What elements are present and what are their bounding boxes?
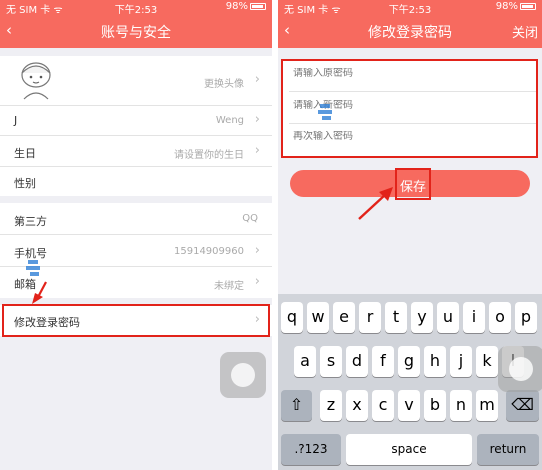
battery-percent: 98% <box>495 1 518 12</box>
arrow-icon <box>358 187 393 220</box>
row-value: Weng <box>215 115 244 126</box>
change-avatar-label: 更换头像 <box>204 79 244 90</box>
key-o[interactable]: o <box>489 302 511 333</box>
nav-bar: ‹ 修改登录密码 关闭 <box>278 14 542 48</box>
key-y[interactable]: y <box>411 302 433 333</box>
key-r[interactable]: r <box>359 302 381 333</box>
page-title: 修改登录密码 <box>368 25 452 41</box>
battery-icon <box>520 2 536 10</box>
key-a[interactable]: a <box>294 346 316 377</box>
nickname-row[interactable]: J Weng › <box>0 106 272 136</box>
key-k[interactable]: k <box>476 346 498 377</box>
row-value: 请设置你的生日 <box>174 150 244 161</box>
delete-key[interactable]: ⌫ <box>506 390 539 421</box>
key-x[interactable]: x <box>346 390 368 421</box>
key-u[interactable]: u <box>437 302 459 333</box>
key-s[interactable]: s <box>320 346 342 377</box>
row-label: 生日 <box>14 147 36 160</box>
assistive-touch-button[interactable] <box>220 352 266 398</box>
key-j[interactable]: j <box>450 346 472 377</box>
field-divider <box>289 91 536 92</box>
status-bar: 无 SIM 卡 ᯤ 下午2:53 98% <box>278 0 542 16</box>
numbers-key[interactable]: .?123 <box>281 434 341 465</box>
key-z[interactable]: z <box>320 390 342 421</box>
account-security-screen: 无 SIM 卡 ᯤ 下午2:53 98% ‹ 账号与安全 更换头像 › J We… <box>0 0 272 470</box>
battery-percent: 98% <box>225 1 248 12</box>
chevron-right-icon: › <box>254 243 260 258</box>
change-password-screen: 无 SIM 卡 ᯤ 下午2:53 98% ‹ 修改登录密码 关闭 保存 q w … <box>278 0 542 470</box>
key-b[interactable]: b <box>424 390 446 421</box>
space-key[interactable]: space <box>346 434 472 465</box>
key-i[interactable]: i <box>463 302 485 333</box>
key-c[interactable]: c <box>372 390 394 421</box>
watermark-logo-icon <box>318 104 332 120</box>
key-d[interactable]: d <box>346 346 368 377</box>
save-button-label: 保存 <box>395 168 431 200</box>
avatar <box>21 62 51 100</box>
key-m[interactable]: m <box>476 390 498 421</box>
return-key[interactable]: return <box>477 434 539 465</box>
watermark-logo-icon <box>26 260 40 276</box>
key-t[interactable]: t <box>385 302 407 333</box>
key-n[interactable]: n <box>450 390 472 421</box>
birthday-row[interactable]: 生日 请设置你的生日 › <box>0 136 272 167</box>
key-w[interactable]: w <box>307 302 329 333</box>
row-label: J <box>14 114 18 127</box>
confirm-password-input[interactable] <box>293 131 530 142</box>
nav-bar: ‹ 账号与安全 <box>0 14 272 48</box>
avatar-row[interactable]: 更换头像 › <box>0 56 272 106</box>
status-bar: 无 SIM 卡 ᯤ 下午2:53 98% <box>0 0 272 16</box>
row-value: 未绑定 <box>214 281 244 292</box>
key-p[interactable]: p <box>515 302 537 333</box>
chevron-right-icon: › <box>254 72 260 87</box>
gender-row[interactable]: 性别 <box>0 167 272 196</box>
third-party-row[interactable]: 第三方 QQ <box>0 203 272 235</box>
row-value: 15914909960 <box>174 246 244 257</box>
key-f[interactable]: f <box>372 346 394 377</box>
row-value: QQ <box>242 213 258 224</box>
arrow-icon <box>32 281 47 304</box>
page-title: 账号与安全 <box>101 25 171 41</box>
assistive-touch-button[interactable] <box>498 346 542 392</box>
row-label: 第三方 <box>14 215 47 228</box>
old-password-input[interactable] <box>293 68 530 79</box>
profile-group: 更换头像 › J Weng › 生日 请设置你的生日 › 性别 <box>0 56 272 196</box>
key-v[interactable]: v <box>398 390 420 421</box>
shift-key[interactable]: ⇧ <box>281 390 312 421</box>
battery-indicator: 98% <box>226 1 266 12</box>
key-g[interactable]: g <box>398 346 420 377</box>
key-e[interactable]: e <box>333 302 355 333</box>
close-button[interactable]: 关闭 <box>512 22 538 41</box>
chevron-right-icon: › <box>254 274 260 289</box>
key-q[interactable]: q <box>281 302 303 333</box>
row-label: 性别 <box>14 177 36 190</box>
password-row-highlight <box>2 304 270 337</box>
chevron-right-icon: › <box>254 112 260 127</box>
key-h[interactable]: h <box>424 346 446 377</box>
battery-icon <box>250 2 266 10</box>
battery-indicator: 98% <box>496 1 536 12</box>
chevron-right-icon: › <box>254 143 260 158</box>
